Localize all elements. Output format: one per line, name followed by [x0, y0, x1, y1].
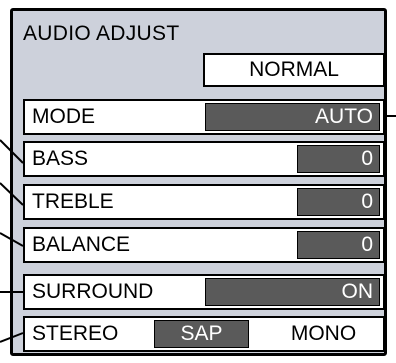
menu-row-balance[interactable]: BALANCE 0: [23, 227, 385, 263]
treble-label: TREBLE: [32, 190, 114, 213]
mono-option[interactable]: MONO: [281, 320, 366, 348]
mode-label: MODE: [32, 105, 95, 128]
callout-line-stereo: [0, 332, 24, 343]
sap-option[interactable]: SAP: [154, 320, 249, 348]
callout-line-bass: [0, 139, 24, 164]
mode-value[interactable]: AUTO: [205, 103, 380, 131]
bass-value[interactable]: 0: [297, 145, 380, 173]
treble-value[interactable]: 0: [297, 188, 380, 216]
callout-line-treble: [0, 182, 24, 206]
bass-label: BASS: [32, 147, 89, 170]
callout-line-balance: [0, 232, 24, 247]
menu-row-bass[interactable]: BASS 0: [23, 141, 385, 177]
balance-label: BALANCE: [32, 233, 131, 256]
menu-row-treble[interactable]: TREBLE 0: [23, 184, 385, 220]
menu-row-mode[interactable]: MODE AUTO: [23, 99, 385, 135]
surround-label: SURROUND: [32, 280, 154, 303]
menu-row-surround[interactable]: SURROUND ON: [23, 274, 385, 310]
surround-value[interactable]: ON: [205, 278, 380, 306]
stereo-option[interactable]: STEREO: [32, 320, 118, 348]
balance-value[interactable]: 0: [297, 231, 380, 259]
menu-row-stereo[interactable]: STEREO SAP MONO: [23, 316, 385, 352]
menu-title: AUDIO ADJUST: [23, 22, 180, 45]
preset-button[interactable]: NORMAL: [203, 53, 385, 87]
